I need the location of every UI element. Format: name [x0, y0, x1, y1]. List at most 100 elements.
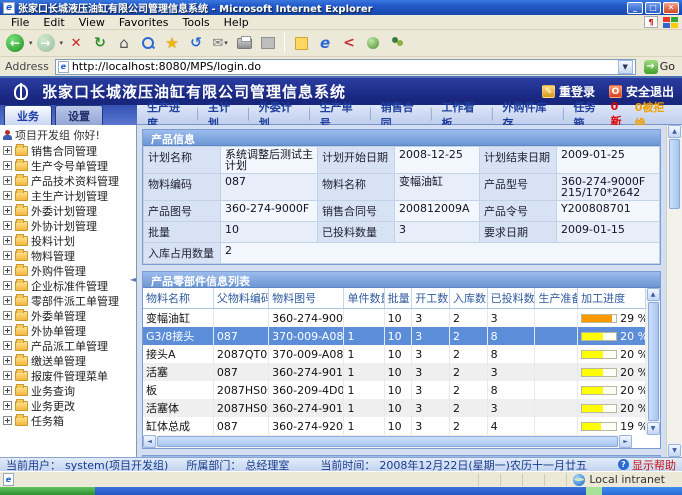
- address-input[interactable]: [72, 60, 618, 73]
- close-button[interactable]: ✕: [663, 2, 679, 14]
- forward-dropdown[interactable]: ▾: [60, 39, 64, 47]
- scroll-up-icon[interactable]: ▲: [668, 125, 681, 138]
- sidebar-item-purchased[interactable]: 外购件管理: [3, 263, 136, 278]
- edit-icon[interactable]: [257, 32, 279, 54]
- sidebar-item-delivery[interactable]: 缴送单管理: [3, 353, 136, 368]
- scroll-down-icon[interactable]: ▼: [647, 422, 660, 435]
- column-header[interactable]: 加工进度: [578, 288, 646, 309]
- sidebar-item-outsource-order[interactable]: 外委单管理: [3, 308, 136, 323]
- tab-settings[interactable]: 设置: [55, 105, 103, 125]
- sidebar-collapse-handle[interactable]: ◄: [130, 275, 136, 284]
- sidebar-item-sales-contract[interactable]: 销售合同管理: [3, 143, 136, 158]
- column-header[interactable]: 父物料编码: [213, 288, 268, 309]
- search-icon[interactable]: [137, 32, 159, 54]
- sidebar-item-coop-order[interactable]: 外协单管理: [3, 323, 136, 338]
- table-vertical-scrollbar[interactable]: ▲ ▼: [646, 288, 660, 435]
- column-header[interactable]: 批量: [384, 288, 412, 309]
- sidebar-item-outsource-plan[interactable]: 外委计划管理: [3, 203, 136, 218]
- expand-icon[interactable]: [3, 161, 12, 170]
- expand-icon[interactable]: [3, 281, 12, 290]
- back-button[interactable]: ←: [4, 32, 26, 54]
- menu-favorites[interactable]: Favorites: [112, 16, 176, 29]
- expand-icon[interactable]: [3, 311, 12, 320]
- expand-icon[interactable]: [3, 371, 12, 380]
- sidebar-item-standard-parts[interactable]: 企业标准件管理: [3, 278, 136, 293]
- scroll-thumb[interactable]: [648, 302, 659, 421]
- table-row-selected[interactable]: G3/8接头 087 370-009-A0840 1 10 3 2 8 20 %: [143, 327, 646, 345]
- column-header[interactable]: 开工数: [412, 288, 450, 309]
- column-header[interactable]: 单件数量: [344, 288, 384, 309]
- scroll-right-icon[interactable]: ►: [619, 435, 632, 448]
- scroll-left-icon[interactable]: ◄: [143, 435, 156, 448]
- relogin-button[interactable]: ✎ 重登录: [542, 83, 595, 100]
- table-row[interactable]: 板 2087HS002 360-209-4D010 1 10 3 2 8 20 …: [143, 381, 646, 399]
- minimize-button[interactable]: _: [627, 2, 643, 14]
- expand-icon[interactable]: [3, 251, 12, 260]
- column-header[interactable]: 物料图号: [269, 288, 344, 309]
- menu-view[interactable]: View: [72, 16, 112, 29]
- sidebar-item-business-query[interactable]: 业务查询: [3, 383, 136, 398]
- forward-button[interactable]: →: [35, 32, 57, 54]
- expand-icon[interactable]: [3, 146, 12, 155]
- table-row[interactable]: 活塞体 2087HS002 360-274-9011W 1 10 3 2 3 2…: [143, 399, 646, 417]
- expand-icon[interactable]: [3, 266, 12, 275]
- debug-icon[interactable]: [362, 32, 384, 54]
- download-tool-icon[interactable]: <: [338, 32, 360, 54]
- sidebar-item-feed-plan[interactable]: 投料计划: [3, 233, 136, 248]
- print-icon[interactable]: [233, 32, 255, 54]
- expand-icon[interactable]: [3, 236, 12, 245]
- expand-icon[interactable]: [3, 191, 12, 200]
- sidebar-item-tech-data[interactable]: 产品技术资料管理: [3, 173, 136, 188]
- sidebar-item-master-plan[interactable]: 主生产计划管理: [3, 188, 136, 203]
- menu-file[interactable]: File: [4, 16, 36, 29]
- sidebar-item-part-dispatch[interactable]: 零部件派工单管理: [3, 293, 136, 308]
- sidebar-item-material[interactable]: 物料管理: [3, 248, 136, 263]
- expand-icon[interactable]: [3, 176, 12, 185]
- scroll-thumb[interactable]: [157, 436, 618, 447]
- expand-icon[interactable]: [3, 221, 12, 230]
- taskbar-item[interactable]: [586, 487, 602, 495]
- sidebar-item-order-number[interactable]: 生产令号单管理: [3, 158, 136, 173]
- table-row[interactable]: 活塞 087 360-274-9010F 1 10 3 2 3 20 %: [143, 363, 646, 381]
- sidebar-item-business-change[interactable]: 业务更改: [3, 398, 136, 413]
- sidebar-item-task-box[interactable]: 任务箱: [3, 413, 136, 428]
- maximize-button[interactable]: □: [645, 2, 661, 14]
- messenger-icon[interactable]: [386, 32, 408, 54]
- column-header[interactable]: 生产准备: [535, 288, 578, 309]
- expand-icon[interactable]: [3, 356, 12, 365]
- logout-button[interactable]: O 安全退出: [609, 83, 674, 100]
- favorites-icon[interactable]: ★: [161, 32, 183, 54]
- table-row[interactable]: 缸体总成 087 360-274-9200F 1 10 3 2 4 19 %: [143, 417, 646, 435]
- sidebar-item-scrap[interactable]: 报废件管理菜单: [3, 368, 136, 383]
- expand-icon[interactable]: [3, 386, 12, 395]
- scroll-down-icon[interactable]: ▼: [668, 444, 681, 457]
- refresh-icon[interactable]: ↻: [89, 32, 111, 54]
- home-icon[interactable]: ⌂: [113, 32, 135, 54]
- stop-icon[interactable]: ✕: [65, 32, 87, 54]
- column-header[interactable]: 已投料数: [487, 288, 535, 309]
- table-row[interactable]: 变幅油缸 360-274-9000F 10 3 2 3 29 %: [143, 309, 646, 328]
- table-row[interactable]: 接头A 2087QT002 370-009-A0850 1 10 3 2 8 2…: [143, 345, 646, 363]
- menu-edit[interactable]: Edit: [36, 16, 71, 29]
- go-button[interactable]: ➔ Go: [640, 60, 679, 74]
- back-dropdown[interactable]: ▾: [29, 39, 33, 47]
- scroll-thumb[interactable]: [669, 139, 680, 209]
- address-field[interactable]: e ▼: [55, 59, 636, 75]
- notes-icon[interactable]: [290, 32, 312, 54]
- ie-icon[interactable]: e: [314, 32, 336, 54]
- tab-business[interactable]: 业务: [4, 105, 52, 125]
- menu-tools[interactable]: Tools: [176, 16, 217, 29]
- sidebar-item-coop-plan[interactable]: 外协计划管理: [3, 218, 136, 233]
- address-dropdown-icon[interactable]: ▼: [618, 60, 633, 74]
- scroll-up-icon[interactable]: ▲: [647, 288, 660, 301]
- column-header[interactable]: 物料名称: [143, 288, 213, 309]
- history-icon[interactable]: ↺: [185, 32, 207, 54]
- mail-icon[interactable]: ✉▾: [209, 32, 231, 54]
- sidebar-item-product-dispatch[interactable]: 产品派工单管理: [3, 338, 136, 353]
- expand-icon[interactable]: [3, 341, 12, 350]
- menu-help[interactable]: Help: [217, 16, 256, 29]
- addon-icon[interactable]: ¶: [644, 16, 658, 28]
- expand-icon[interactable]: [3, 296, 12, 305]
- page-vertical-scrollbar[interactable]: ▲ ▼: [666, 125, 682, 457]
- expand-icon[interactable]: [3, 401, 12, 410]
